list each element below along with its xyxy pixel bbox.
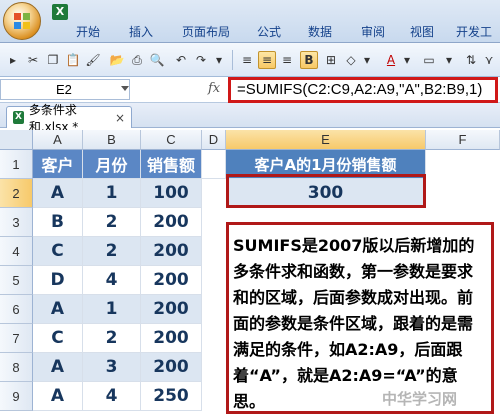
table-cell[interactable]: 3 [83, 353, 141, 382]
insert-function-icon[interactable]: fx [208, 81, 220, 96]
row-header-6[interactable]: 6 [0, 295, 33, 324]
watermark-text: 中华学习网 [382, 390, 458, 408]
tab-formulas[interactable]: 公式 [251, 22, 287, 42]
row-header-2[interactable]: 2 [0, 179, 33, 208]
tab-home[interactable]: 开始 [70, 22, 106, 42]
tab-page-layout[interactable]: 页面布局 [176, 22, 236, 42]
fill-dropdown-icon[interactable]: ▾ [358, 51, 376, 69]
row-header-7[interactable]: 7 [0, 324, 33, 353]
table-cell[interactable]: 4 [83, 382, 141, 411]
align-right-icon[interactable]: ≡ [278, 51, 296, 69]
column-header-d[interactable]: D [202, 130, 226, 150]
tab-data[interactable]: 数据 [302, 22, 338, 42]
workbook-icon: X [13, 111, 24, 124]
result-highlight [226, 174, 426, 208]
table-cell[interactable]: 2 [83, 324, 141, 353]
collapse-icon[interactable]: ▸ [4, 51, 22, 69]
table-cell[interactable]: A [33, 179, 83, 208]
table-cell[interactable]: A [33, 382, 83, 411]
row-header-8[interactable]: 8 [0, 353, 33, 382]
table-cell[interactable]: A [33, 353, 83, 382]
column-header-e[interactable]: E [226, 130, 426, 150]
office-logo-icon [14, 13, 30, 29]
redo-icon[interactable]: ↷ [192, 51, 210, 69]
note-text: SUMIFS是2007版以后新增加的多条件求和函数，第一参数是要求和的区域，后面… [233, 236, 475, 411]
column-header-a[interactable]: A [33, 130, 83, 150]
table-cell[interactable]: 200 [141, 295, 202, 324]
tab-review[interactable]: 审阅 [355, 22, 391, 42]
cut-icon[interactable]: ✂ [24, 51, 42, 69]
table-cell[interactable]: D [33, 266, 83, 295]
table-header-month[interactable]: 月份 [83, 150, 141, 179]
format-painter-icon[interactable]: 🖌 [84, 51, 102, 69]
table-cell[interactable]: 200 [141, 353, 202, 382]
font-color-dropdown-icon[interactable]: ▾ [398, 51, 416, 69]
table-cell[interactable]: 2 [83, 237, 141, 266]
table-cell[interactable]: 4 [83, 266, 141, 295]
row-header-3[interactable]: 3 [0, 208, 33, 237]
row-header-4[interactable]: 4 [0, 237, 33, 266]
table-cell[interactable]: 100 [141, 179, 202, 208]
table-cell[interactable] [202, 150, 226, 179]
office-button[interactable] [3, 2, 41, 40]
column-header-c[interactable]: C [141, 130, 202, 150]
table-cell[interactable]: 200 [141, 324, 202, 353]
align-center-icon[interactable]: ≡ [258, 51, 276, 69]
more-icon[interactable]: ▾ [210, 51, 228, 69]
table-cell[interactable]: 200 [141, 266, 202, 295]
ribbon-tab-row: X 开始 插入 页面布局 公式 数据 审阅 视图 开发工 [0, 0, 500, 43]
paste-icon[interactable]: 📋 [64, 51, 82, 69]
name-box-dropdown-icon[interactable] [121, 86, 129, 91]
row-header-9[interactable]: 9 [0, 382, 33, 411]
table-cell[interactable]: 200 [141, 208, 202, 237]
border-style-icon[interactable]: ▭ [420, 51, 438, 69]
copy-icon[interactable]: ❐ [44, 51, 62, 69]
undo-icon[interactable]: ↶ [172, 51, 190, 69]
worksheet-grid: A B C D E F 1 2 3 4 5 6 7 8 9 客户 月份 销售额 … [0, 130, 500, 416]
table-cell[interactable]: 200 [141, 237, 202, 266]
borders-icon[interactable]: ⊞ [322, 51, 340, 69]
print-icon[interactable]: ⎙ [128, 51, 146, 69]
bold-icon[interactable]: B [300, 51, 318, 69]
tab-view[interactable]: 视图 [404, 22, 440, 42]
table-cell[interactable]: 2 [83, 208, 141, 237]
document-tab[interactable]: X 多条件求和.xlsx * × [6, 103, 132, 134]
row-header-1[interactable]: 1 [0, 150, 33, 179]
document-tab-bar: X 多条件求和.xlsx * × [0, 103, 500, 134]
filter-icon[interactable]: ⋎ [480, 51, 498, 69]
table-cell[interactable]: A [33, 295, 83, 324]
formula-bar: E2 fx =SUMIFS(C2:C9,A2:A9,"A",B2:B9,1) [0, 77, 500, 103]
formula-input[interactable]: =SUMIFS(C2:C9,A2:A9,"A",B2:B9,1) [228, 77, 498, 103]
table-header-sales[interactable]: 销售额 [141, 150, 202, 179]
border-dropdown-icon[interactable]: ▾ [440, 51, 458, 69]
close-icon[interactable]: × [115, 111, 125, 125]
align-left-icon[interactable]: ≡ [238, 51, 256, 69]
tab-developer[interactable]: 开发工 [450, 22, 498, 42]
tab-insert[interactable]: 插入 [123, 22, 159, 42]
table-cell[interactable]: C [33, 237, 83, 266]
sort-icon[interactable]: ⇅ [462, 51, 480, 69]
select-all-corner[interactable] [0, 130, 33, 150]
excel-app-icon: X [52, 4, 68, 20]
toolbar-divider [232, 50, 233, 70]
table-cell[interactable]: B [33, 208, 83, 237]
row-header-5[interactable]: 5 [0, 266, 33, 295]
quick-toolbar: ▸ ✂ ❐ 📋 🖌 📂 ⎙ 🔍 ↶ ↷ ▾ ≡ ≡ ≡ B ⊞ ◇ ▾ A ▾ … [0, 43, 500, 77]
column-header-b[interactable]: B [83, 130, 141, 150]
column-header-f[interactable]: F [426, 130, 500, 150]
table-cell[interactable]: 250 [141, 382, 202, 411]
explanation-note: SUMIFS是2007版以后新增加的多条件求和函数，第一参数是要求和的区域，后面… [226, 222, 494, 414]
table-header-customer[interactable]: 客户 [33, 150, 83, 179]
table-cell[interactable]: C [33, 324, 83, 353]
print-preview-icon[interactable]: 🔍 [148, 51, 166, 69]
open-icon[interactable]: 📂 [108, 51, 126, 69]
table-cell[interactable]: 1 [83, 179, 141, 208]
table-cell[interactable]: 1 [83, 295, 141, 324]
name-box[interactable]: E2 [0, 79, 130, 100]
